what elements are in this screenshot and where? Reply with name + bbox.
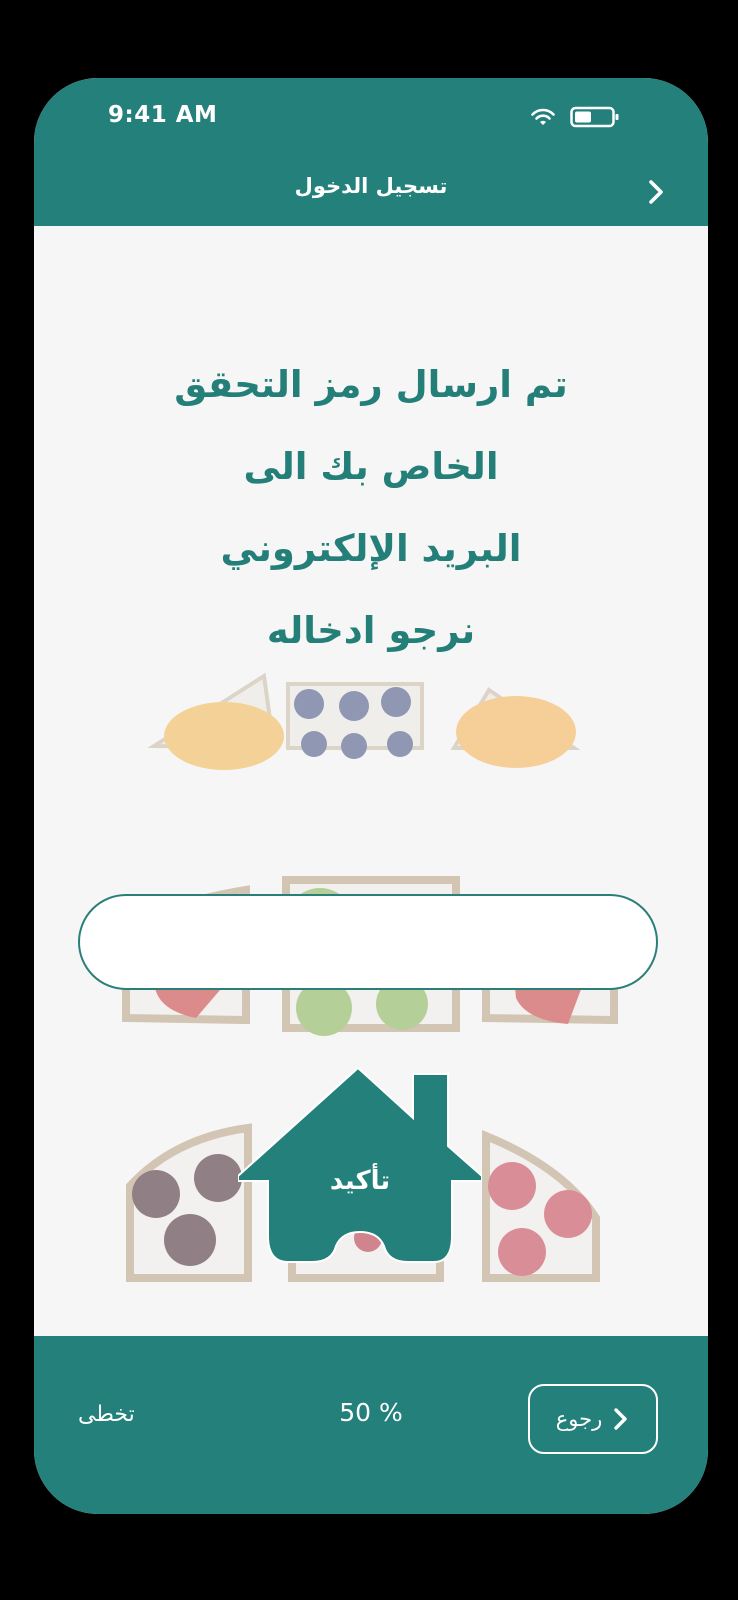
- confirm-button[interactable]: تأكيد: [238, 1066, 482, 1276]
- phone-frame: 9:41 AM تسجيل الدخول تم ارسال رمز التحقق…: [34, 78, 708, 1514]
- confirm-label: تأكيد: [329, 1166, 391, 1196]
- message-line: البريد الإلكتروني: [220, 527, 522, 570]
- back-label: رجوع: [555, 1407, 603, 1431]
- chevron-right-icon: [649, 180, 663, 204]
- food-background-image: [122, 672, 618, 1282]
- verification-code-input[interactable]: [78, 894, 658, 990]
- header-back-button[interactable]: [642, 178, 670, 206]
- wifi-icon: [530, 107, 556, 131]
- app-header: 9:41 AM تسجيل الدخول: [34, 78, 708, 226]
- chevron-right-icon: [614, 1408, 627, 1430]
- battery-icon: [570, 106, 620, 132]
- verification-message: تم ارسال رمز التحقق الخاص بك الى البريد …: [34, 344, 708, 672]
- footer-bar: تخطى 50 % رجوع: [34, 1336, 708, 1514]
- message-line: تم ارسال رمز التحقق: [174, 363, 568, 406]
- message-line: الخاص بك الى: [243, 445, 499, 488]
- message-line: نرجو ادخاله: [266, 609, 476, 652]
- screen: 9:41 AM تسجيل الدخول تم ارسال رمز التحقق…: [0, 0, 738, 1600]
- page-title: تسجيل الدخول: [294, 174, 448, 198]
- status-icons: [530, 106, 620, 132]
- back-button[interactable]: رجوع: [528, 1384, 658, 1454]
- status-time: 9:41 AM: [108, 102, 218, 128]
- content-area: تم ارسال رمز التحقق الخاص بك الى البريد …: [34, 226, 708, 1410]
